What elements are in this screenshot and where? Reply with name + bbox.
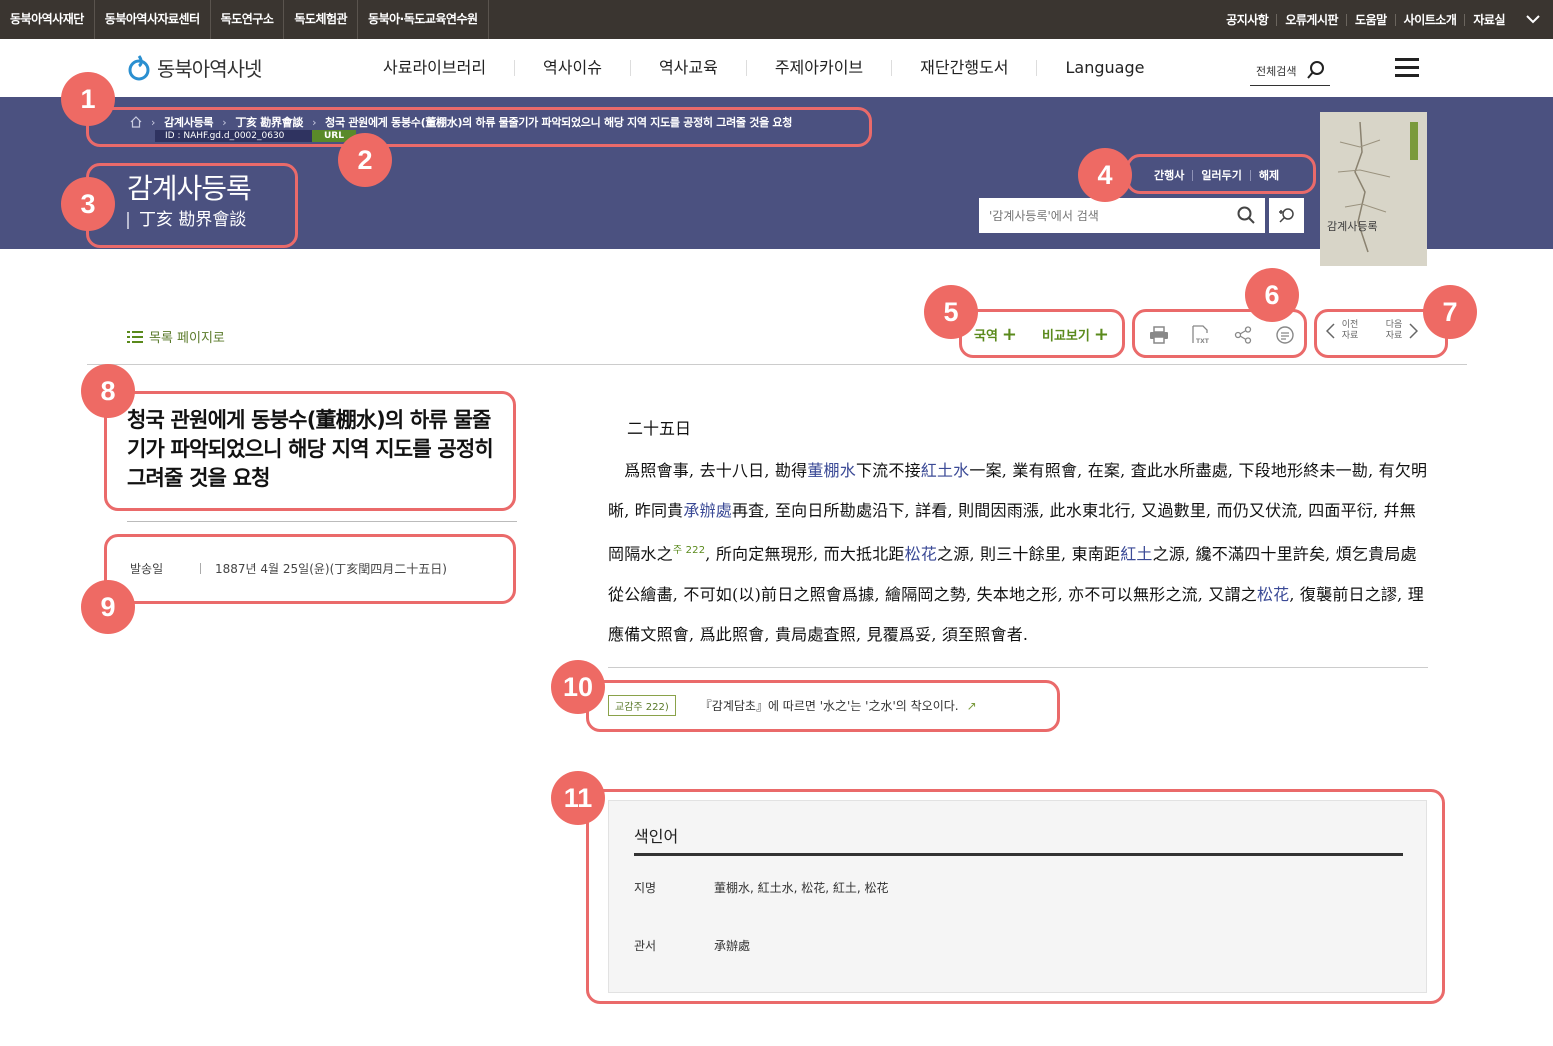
gnb-menu: 사료라이브러리 역사이슈 역사교육 주제아카이브 재단간행도서 Language (355, 39, 1172, 97)
entity-link[interactable]: 松花 (1257, 585, 1289, 604)
divider (127, 521, 517, 522)
entity-link[interactable]: 紅土 (1120, 545, 1152, 564)
annotation-badge: 4 (1078, 148, 1132, 202)
body-text: , 所向定無現形, 而大抵北距 (705, 544, 905, 564)
detail-search-button[interactable] (1269, 198, 1304, 233)
book-cover-image: 감계사등록 (1320, 112, 1427, 266)
body-text: 爲照會事, 去十八日, 勘得 (624, 461, 808, 480)
annotation-box (86, 107, 872, 147)
collection-search-input[interactable] (979, 198, 1219, 233)
entity-link[interactable]: 松花 (905, 545, 937, 564)
entity-link[interactable]: 董棚水 (807, 461, 856, 480)
body-text: 下流不接 (855, 461, 921, 480)
annotation-box (586, 789, 1445, 1004)
document-date: 二十五日 (627, 419, 692, 438)
divider (608, 667, 1428, 668)
menu-item-education[interactable]: 역사교육 (629, 60, 746, 76)
divider (87, 364, 1467, 365)
annotation-box (104, 534, 516, 604)
annotation-badge: 6 (1245, 268, 1299, 322)
annotation-badge: 1 (61, 72, 115, 126)
entity-link[interactable]: 承辦處 (683, 501, 732, 520)
annotation-box (586, 680, 1060, 732)
annotation-badge: 3 (61, 177, 115, 231)
annotation-badge: 9 (81, 580, 135, 634)
global-search-button[interactable]: 전체검색 (1250, 56, 1330, 86)
collection-search (979, 198, 1265, 233)
annotation-box (104, 391, 516, 511)
family-sites: 동북아역사재단 동북아역사자료센터 독도연구소 독도체험관 동북아·독도교육연수… (0, 0, 489, 39)
annotation-badge: 5 (924, 285, 978, 339)
help-link[interactable]: 도움말 (1346, 13, 1395, 26)
book-cover-title: 감계사등록 (1327, 220, 1378, 233)
menu-item-library[interactable]: 사료라이브러리 (355, 60, 514, 76)
detail-search-icon (1278, 207, 1294, 223)
chevron-down-icon[interactable] (1513, 0, 1553, 39)
notice-link[interactable]: 공지사항 (1218, 14, 1276, 26)
logo-icon (128, 54, 150, 80)
global-search-label: 전체검색 (1256, 64, 1297, 78)
family-site-link[interactable]: 동북아·독도교육연수원 (358, 0, 489, 39)
annotation-badge: 7 (1423, 285, 1477, 339)
entity-link[interactable]: 紅土水 (921, 461, 970, 480)
annotation-box (86, 163, 298, 248)
document-body: 爲照會事, 去十八日, 勘得董棚水下流不接紅土水一案, 業有照會, 在案, 査此… (608, 451, 1430, 655)
list-icon (127, 330, 143, 343)
annotation-badge: 8 (81, 364, 135, 418)
archive-link[interactable]: 자료실 (1464, 13, 1513, 26)
utility-links: 공지사항 오류게시판 도움말 사이트소개 자료실 (1218, 0, 1553, 39)
annotation-box (1126, 154, 1316, 194)
hamburger-menu-icon[interactable] (1395, 58, 1419, 78)
logo-text: 동북아역사넷 (157, 57, 262, 81)
site-intro-link[interactable]: 사이트소개 (1394, 13, 1465, 26)
menu-item-archive[interactable]: 주제아카이브 (745, 60, 891, 76)
back-to-list-link[interactable]: 목록 페이지로 (127, 327, 225, 346)
menu-item-language[interactable]: Language (1036, 60, 1172, 76)
main-nav: 동북아역사넷 사료라이브러리 역사이슈 역사교육 주제아카이브 재단간행도서 L… (0, 39, 1553, 97)
search-icon[interactable] (1237, 206, 1255, 224)
body-text: 之源, 則三十餘里, 東南距 (937, 544, 1121, 564)
footnote-ref[interactable]: 주 222 (673, 545, 705, 556)
annotation-badge: 11 (551, 771, 605, 825)
family-site-link[interactable]: 동북아역사재단 (0, 0, 95, 39)
family-site-link[interactable]: 동북아역사자료센터 (95, 0, 211, 39)
site-logo[interactable]: 동북아역사넷 (127, 53, 262, 82)
back-to-list-label: 목록 페이지로 (149, 331, 225, 346)
book-spine (1410, 122, 1418, 160)
family-site-link[interactable]: 독도체험관 (284, 0, 359, 39)
menu-item-publications[interactable]: 재단간행도서 (891, 60, 1036, 76)
annotation-box (959, 309, 1125, 358)
annotation-badge: 2 (338, 133, 392, 187)
annotation-badge: 10 (551, 660, 605, 714)
top-utility-bar: 동북아역사재단 동북아역사자료센터 독도연구소 독도체험관 동북아·독도교육연수… (0, 0, 1553, 39)
menu-item-issues[interactable]: 역사이슈 (514, 60, 630, 76)
error-board-link[interactable]: 오류게시판 (1276, 13, 1346, 26)
family-site-link[interactable]: 독도연구소 (211, 0, 285, 39)
search-icon (1307, 61, 1324, 79)
